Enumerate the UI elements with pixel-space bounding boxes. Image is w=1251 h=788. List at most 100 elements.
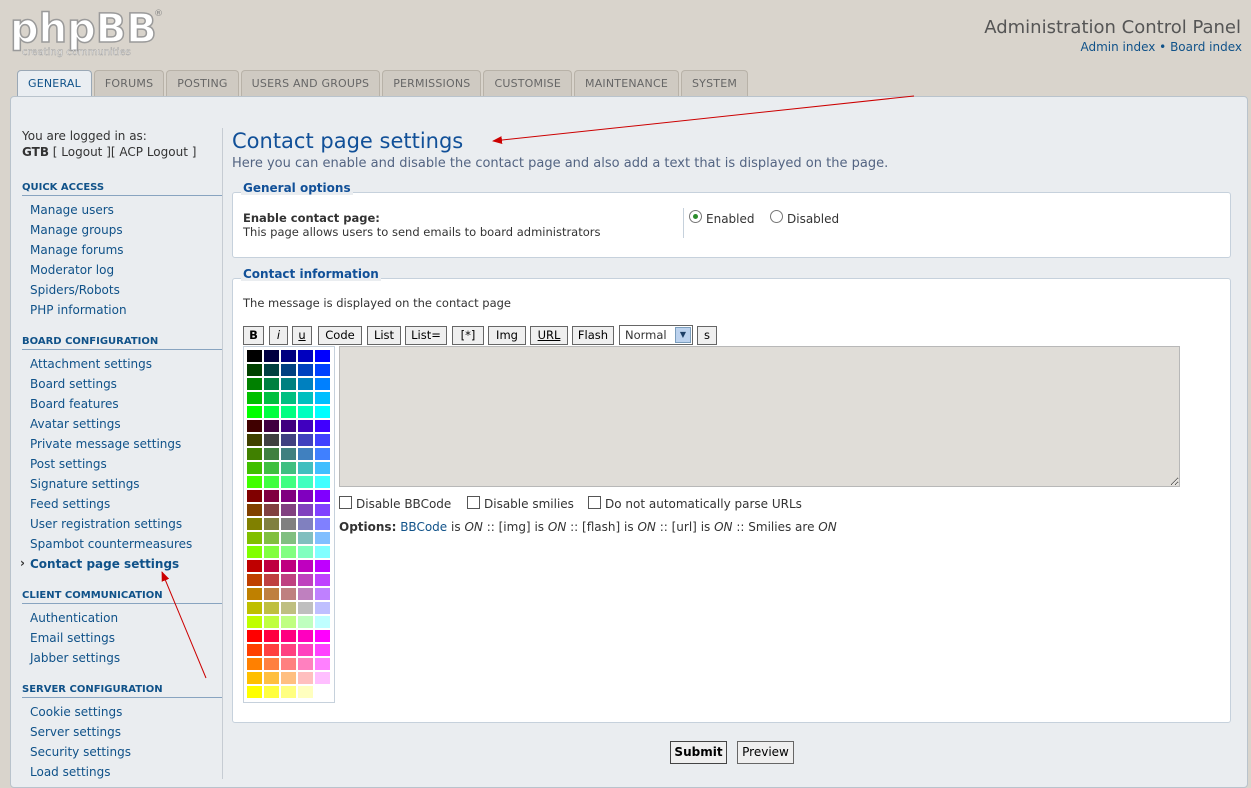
sidebar-item-board-settings[interactable]: Board settings [22,374,222,394]
logout-link[interactable]: Logout [61,145,102,159]
tab-forums[interactable]: FORUMS [93,70,165,96]
color-swatch[interactable] [264,644,279,656]
color-swatch[interactable] [264,504,279,516]
color-swatch[interactable] [315,462,330,474]
color-swatch[interactable] [315,672,330,684]
color-swatch[interactable] [264,616,279,628]
color-swatch[interactable] [281,518,296,530]
tab-general[interactable]: GENERAL [17,70,92,98]
color-swatch[interactable] [281,462,296,474]
sidebar-item-attachment-settings[interactable]: Attachment settings [22,354,222,374]
color-swatch[interactable] [298,434,313,446]
contact-message-textarea[interactable] [339,346,1180,487]
italic-button[interactable]: i [269,326,288,345]
sidebar-item-signature-settings[interactable]: Signature settings [22,474,222,494]
color-swatch[interactable] [281,392,296,404]
color-swatch[interactable] [315,546,330,558]
sidebar-item-private-message-settings[interactable]: Private message settings [22,434,222,454]
disable-smilies-label[interactable]: Disable smilies [484,497,574,511]
color-swatch[interactable] [315,476,330,488]
tab-users-and-groups[interactable]: USERS AND GROUPS [240,70,381,96]
color-swatch[interactable] [264,448,279,460]
color-swatch[interactable] [298,546,313,558]
disabled-radio[interactable] [770,210,783,223]
color-swatch[interactable] [247,532,262,544]
color-swatch[interactable] [315,434,330,446]
color-swatch[interactable] [264,560,279,572]
color-swatch[interactable] [281,644,296,656]
color-swatch[interactable] [315,406,330,418]
color-swatch[interactable] [298,462,313,474]
sidebar-item-email-settings[interactable]: Email settings [22,628,222,648]
color-swatch[interactable] [247,630,262,642]
enabled-radio[interactable] [689,210,702,223]
sidebar-item-manage-forums[interactable]: Manage forums [22,240,222,260]
color-swatch[interactable] [298,616,313,628]
color-swatch[interactable] [247,476,262,488]
enabled-radio-label[interactable]: Enabled [706,212,755,226]
sidebar-item-post-settings[interactable]: Post settings [22,454,222,474]
color-swatch[interactable] [298,658,313,670]
color-swatch[interactable] [281,448,296,460]
color-swatch[interactable] [298,448,313,460]
color-swatch[interactable] [315,588,330,600]
underline-button[interactable]: u [292,326,312,345]
color-swatch[interactable] [247,518,262,530]
preview-button[interactable]: Preview [737,741,794,764]
sidebar-item-jabber-settings[interactable]: Jabber settings [22,648,222,668]
color-swatch[interactable] [281,532,296,544]
color-swatch[interactable] [264,602,279,614]
color-swatch[interactable] [298,602,313,614]
color-swatch[interactable] [315,490,330,502]
color-swatch[interactable] [264,532,279,544]
color-swatch[interactable] [315,350,330,362]
sidebar-item-avatar-settings[interactable]: Avatar settings [22,414,222,434]
color-swatch[interactable] [298,532,313,544]
disable-smilies-checkbox[interactable] [467,496,480,509]
color-swatch[interactable] [315,686,330,698]
color-swatch[interactable] [281,658,296,670]
color-swatch[interactable] [247,602,262,614]
color-swatch[interactable] [281,406,296,418]
color-swatch[interactable] [298,686,313,698]
color-swatch[interactable] [281,588,296,600]
color-swatch[interactable] [264,350,279,362]
color-swatch[interactable] [264,672,279,684]
color-swatch[interactable] [264,546,279,558]
flash-button[interactable]: Flash [572,326,614,345]
color-swatch[interactable] [298,350,313,362]
color-swatch[interactable] [264,406,279,418]
sidebar-item-board-features[interactable]: Board features [22,394,222,414]
color-swatch[interactable] [247,644,262,656]
tab-posting[interactable]: POSTING [166,70,239,96]
color-swatch[interactable] [281,560,296,572]
color-swatch[interactable] [281,420,296,432]
color-swatch[interactable] [264,364,279,376]
sidebar-item-authentication[interactable]: Authentication [22,608,222,628]
admin-index-link[interactable]: Admin index [1080,40,1155,54]
sidebar-item-manage-users[interactable]: Manage users [22,200,222,220]
sidebar-item-user-registration-settings[interactable]: User registration settings [22,514,222,534]
color-swatch[interactable] [264,420,279,432]
color-swatch[interactable] [264,490,279,502]
sidebar-item-manage-groups[interactable]: Manage groups [22,220,222,240]
color-swatch[interactable] [247,504,262,516]
sidebar-item-contact-page-settings[interactable]: Contact page settings [20,553,222,574]
disabled-radio-label[interactable]: Disabled [787,212,839,226]
color-swatch[interactable] [247,546,262,558]
color-swatch[interactable] [247,560,262,572]
sidebar-item-feed-settings[interactable]: Feed settings [22,494,222,514]
color-swatch[interactable] [298,406,313,418]
color-swatch[interactable] [315,504,330,516]
color-swatch[interactable] [315,518,330,530]
color-swatch[interactable] [315,392,330,404]
color-swatch[interactable] [315,574,330,586]
sidebar-item-moderator-log[interactable]: Moderator log [22,260,222,280]
color-swatch[interactable] [247,616,262,628]
sidebar-item-spambot-countermeasures[interactable]: Spambot countermeasures [22,534,222,554]
color-swatch[interactable] [247,462,262,474]
color-swatch[interactable] [298,574,313,586]
color-swatch[interactable] [281,350,296,362]
color-swatch[interactable] [298,672,313,684]
disable-bbcode-checkbox[interactable] [339,496,352,509]
